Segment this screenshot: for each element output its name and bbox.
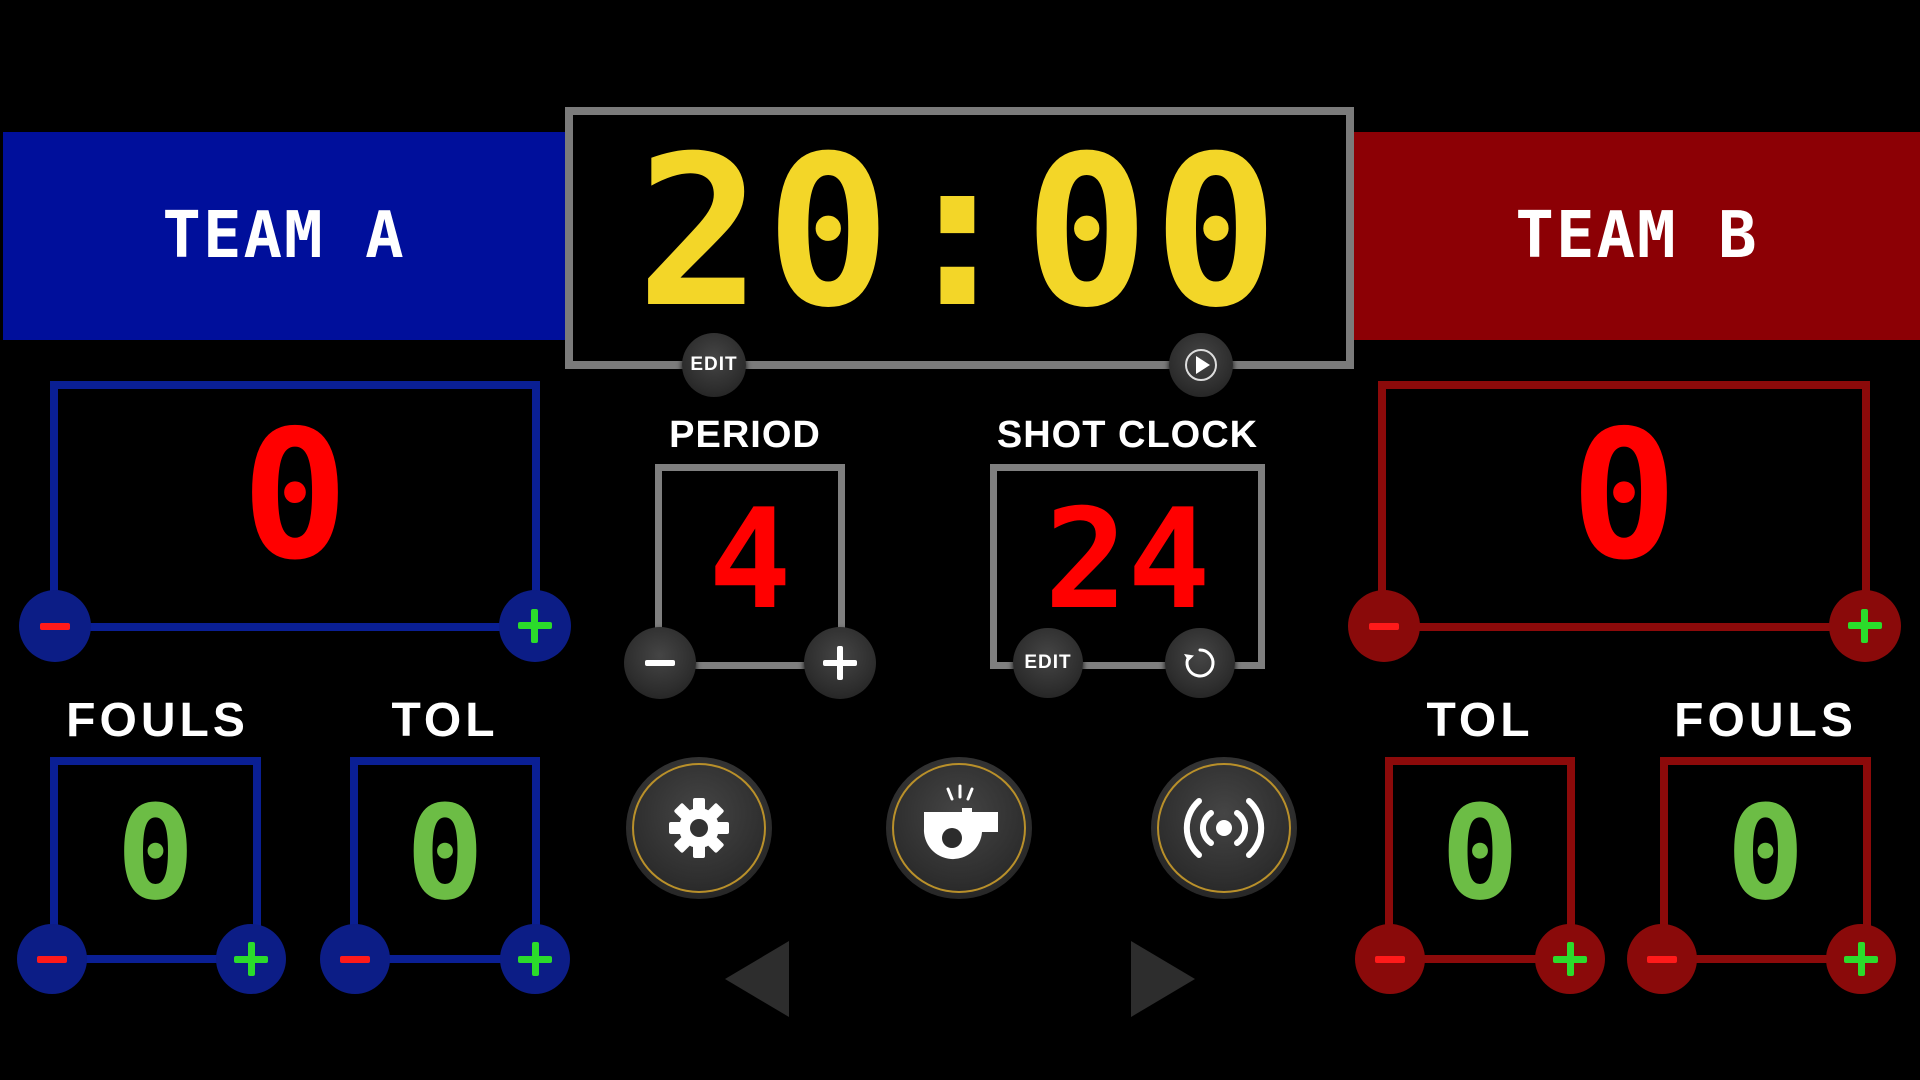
period-increment-button[interactable] [804,627,876,699]
clock-edit-button[interactable]: EDIT [682,333,746,397]
team-b-score-increment-button[interactable] [1829,590,1901,662]
minus-icon [37,955,67,963]
minus-icon [1375,955,1405,963]
game-clock-display: 20:00 [565,107,1354,369]
settings-button[interactable] [626,757,772,899]
minus-icon [340,955,370,963]
team-b-score-box: 0 [1378,381,1870,631]
minus-icon [39,622,71,630]
chevron-left-icon[interactable] [725,941,789,1017]
team-a-name: TEAM A [162,199,406,273]
whistle-button[interactable] [886,757,1032,899]
minus-icon [1368,622,1400,630]
plus-icon [517,608,553,644]
team-b-tol: 0 [1440,777,1520,929]
team-b-fouls-label: FOULS [1674,694,1857,747]
team-a-fouls-label: FOULS [66,694,249,747]
period-value: 4 [708,478,792,640]
shot-clock-label: SHOT CLOCK [996,414,1259,456]
team-a-score-increment-button[interactable] [499,590,571,662]
team-a-score-box: 0 [50,381,540,631]
shot-clock-edit-label: EDIT [1024,652,1072,673]
shot-clock-value: 24 [1044,478,1211,640]
period-decrement-button[interactable] [624,627,696,699]
clock-play-button[interactable] [1169,333,1233,397]
team-a-fouls: 0 [116,777,195,929]
team-a-fouls-increment-button[interactable] [216,924,286,994]
shot-clock-reset-button[interactable] [1165,628,1235,698]
team-b-fouls: 0 [1726,777,1805,929]
team-a-name-banner[interactable]: TEAM A [3,132,565,340]
plus-icon [823,646,857,680]
team-a-tol-increment-button[interactable] [500,924,570,994]
team-b-fouls-decrement-button[interactable] [1627,924,1697,994]
team-b-name-banner[interactable]: TEAM B [1354,132,1920,340]
period-label: PERIOD [669,414,821,456]
team-b-tol-decrement-button[interactable] [1355,924,1425,994]
plus-icon [518,942,552,976]
team-b-tol-increment-button[interactable] [1535,924,1605,994]
team-a-tol-label: TOL [391,694,499,747]
minus-icon [644,660,676,666]
team-b-tol-label: TOL [1426,694,1534,747]
team-b-score: 0 [1570,392,1678,599]
play-icon [1185,349,1217,381]
plus-icon [1844,942,1878,976]
team-b-score-decrement-button[interactable] [1348,590,1420,662]
shot-clock-edit-button[interactable]: EDIT [1013,628,1083,698]
team-a-score: 0 [241,392,349,599]
reset-icon [1184,648,1215,678]
plus-icon [234,942,268,976]
clock-edit-label: EDIT [690,354,738,375]
plus-icon [1553,942,1587,976]
chevron-right-icon[interactable] [1131,941,1195,1017]
team-a-tol: 0 [405,777,485,929]
team-a-tol-decrement-button[interactable] [320,924,390,994]
team-a-fouls-decrement-button[interactable] [17,924,87,994]
team-b-name: TEAM B [1515,199,1759,273]
team-a-score-decrement-button[interactable] [19,590,91,662]
plus-icon [1847,608,1883,644]
team-b-fouls-increment-button[interactable] [1826,924,1896,994]
game-clock-time: 20:00 [636,112,1283,354]
broadcast-button[interactable] [1151,757,1297,899]
minus-icon [1647,955,1677,963]
